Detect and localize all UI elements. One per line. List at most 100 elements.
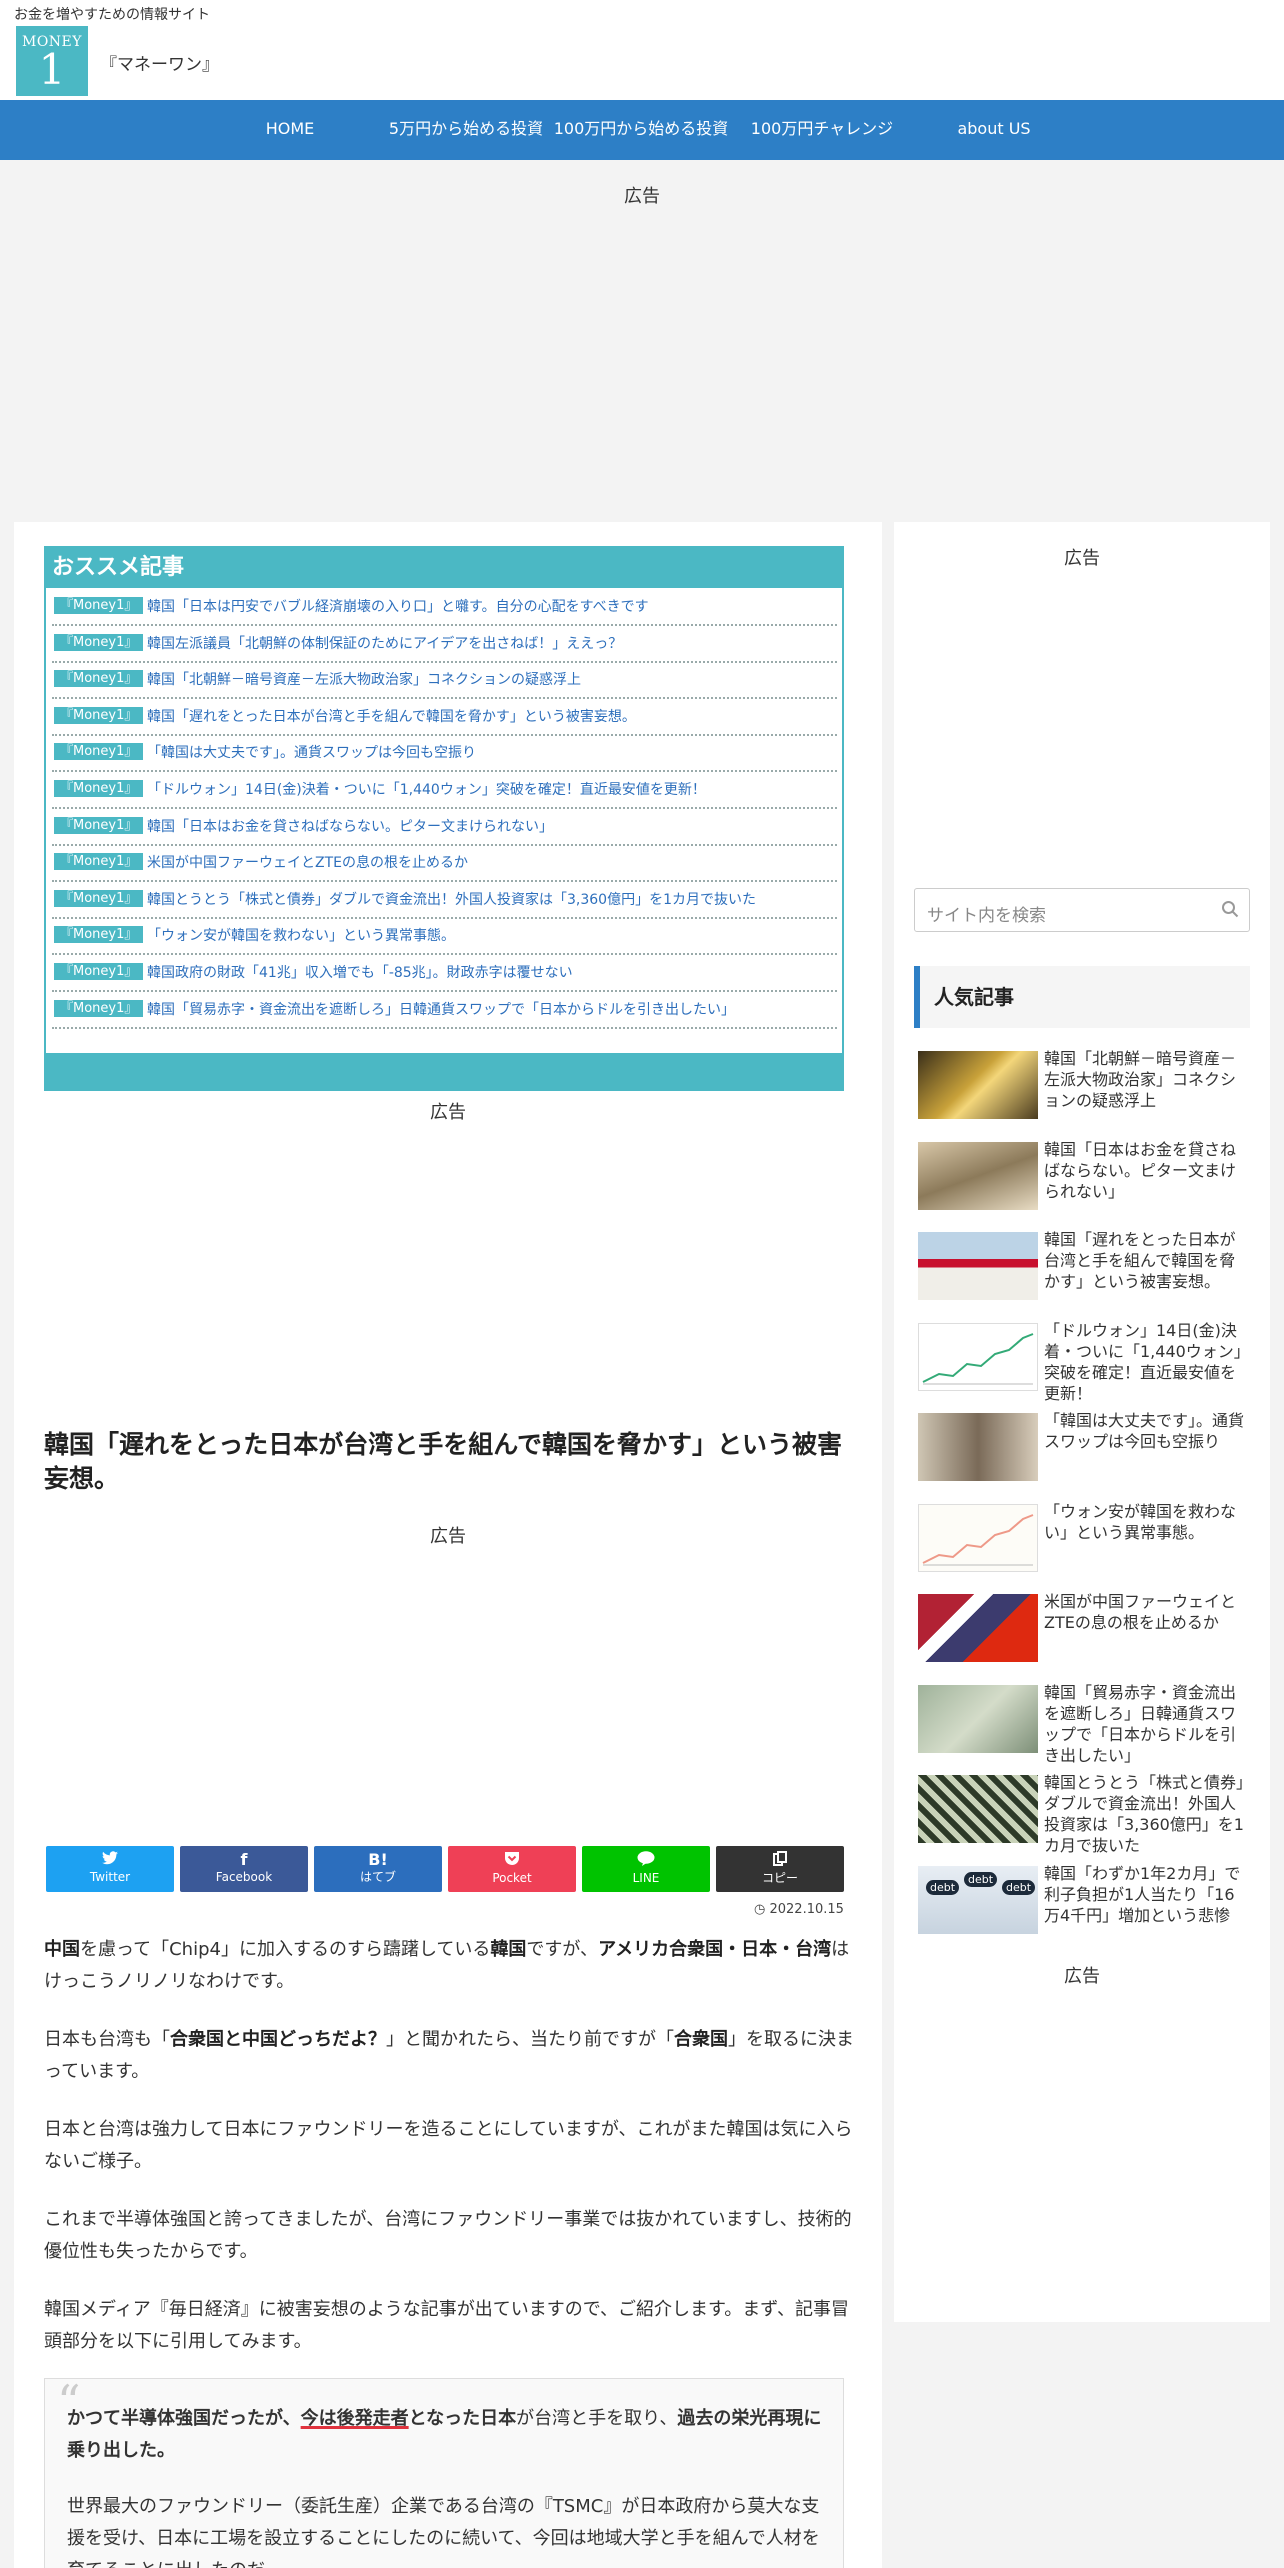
recommended-link[interactable]: 韓国「北朝鮮－暗号資産－左派大物政治家」コネクションの疑惑浮上	[147, 669, 581, 689]
popular-article-title[interactable]: 「ウォン安が韓国を救わない」という異常事態。	[1044, 1501, 1249, 1543]
recommended-link[interactable]: 「韓国は大丈夫です」。通貨スワップは今回も空振り	[147, 742, 476, 762]
popular-article-title[interactable]: 韓国「遅れをとった日本が台湾と手を組んで韓国を脅かす」という被害妄想。	[1044, 1229, 1249, 1292]
recommended-badge: 『Money1』	[54, 780, 144, 797]
recommended-link[interactable]: 韓国「日本はお金を貸さねばならない。ピター文まけられない」	[147, 816, 553, 836]
popular-article-title[interactable]: 米国が中国ファーウェイとZTEの息の根を止めるか	[1044, 1591, 1249, 1633]
p1-bold-china: 中国	[44, 1939, 80, 1960]
share-hatebu-button[interactable]: B! はてブ	[314, 1846, 442, 1892]
nav-item-home[interactable]: HOME	[240, 100, 340, 160]
share-facebook-button[interactable]: f Facebook	[180, 1846, 308, 1892]
popular-article-item[interactable]: 韓国「日本はお金を貸さねばならない。ピター文まけられない」	[918, 1139, 1252, 1219]
recommended-item[interactable]: 『Money1』 「ドルウォン」14日(金)決着・ついに「1,440ウォン」突破を…	[52, 773, 837, 809]
logo-number: 1	[38, 45, 66, 94]
popular-article-item[interactable]: 韓国「北朝鮮－暗号資産－左派大物政治家」コネクションの疑惑浮上	[918, 1048, 1252, 1128]
recommended-item[interactable]: 『Money1』 「韓国は大丈夫です」。通貨スワップは今回も空振り	[52, 736, 837, 773]
popular-article-title[interactable]: 韓国とうとう「株式と債券」ダブルで資金流出！外国人投資家は「3,360億円」を1…	[1044, 1772, 1249, 1856]
share-copy-button[interactable]: コピー	[716, 1846, 844, 1892]
nav-item-challenge[interactable]: 100万円チャレンジ	[742, 100, 902, 160]
recommended-badge: 『Money1』	[54, 816, 144, 834]
search-icon[interactable]	[1221, 900, 1239, 918]
nav-item-invest-1m[interactable]: 100万円から始める投資	[552, 100, 730, 160]
popular-article-thumbnail[interactable]	[918, 1594, 1038, 1662]
site-logo[interactable]: MONEY 1	[16, 26, 88, 96]
share-twitter-button[interactable]: Twitter	[46, 1846, 174, 1892]
quote-text-1: が台湾と手を取り、	[516, 2408, 678, 2429]
article-title: 韓国「遅れをとった日本が台湾と手を組んで韓国を脅かす」という被害妄想。	[44, 1430, 843, 1493]
recommended-item[interactable]: 『Money1』 韓国とうとう「株式と債券」ダブルで資金流出！外国人投資家は「3,…	[52, 883, 837, 919]
recommended-badge: 『Money1』	[54, 999, 144, 1017]
popular-article-title[interactable]: 「韓国は大丈夫です」。通貨スワップは今回も空振り	[1044, 1410, 1249, 1452]
recommended-item[interactable]: 『Money1』 韓国左派議員「北朝鮮の体制保証のためにアイデアを出さねば！」ええ…	[52, 627, 837, 663]
quote-underlined: 今は後発走者	[300, 2408, 409, 2429]
recommended-item[interactable]: 『Money1』 韓国「日本はお金を貸さねばならない。ピター文まけられない」	[52, 810, 837, 846]
post-date: ◷ 2022.10.15	[754, 1902, 844, 1917]
popular-article-item[interactable]: 韓国「遅れをとった日本が台湾と手を組んで韓国を脅かす」という被害妄想。	[918, 1229, 1252, 1309]
popular-article-thumbnail[interactable]	[918, 1503, 1038, 1572]
popular-article-thumbnail[interactable]: debt debt debt	[918, 1865, 1038, 1934]
popular-article-item[interactable]: 「ウォン安が韓国を救わない」という異常事態。	[918, 1501, 1252, 1581]
recommended-item[interactable]: 『Money1』 韓国「遅れをとった日本が台湾と手を組んで韓国を脅かす」という被害…	[52, 700, 837, 736]
popular-article-title[interactable]: 韓国「北朝鮮－暗号資産－左派大物政治家」コネクションの疑惑浮上	[1044, 1048, 1249, 1111]
popular-article-thumbnail[interactable]	[918, 1684, 1038, 1753]
popular-article-thumbnail[interactable]	[918, 1322, 1038, 1391]
nav-item-about[interactable]: about US	[944, 100, 1044, 160]
recommended-footer	[46, 1053, 842, 1089]
popular-article-item[interactable]: 「ドルウォン」14日(金)決着・ついに「1,440ウォン」突破を確定！直近最安値…	[918, 1320, 1252, 1403]
popular-article-thumbnail[interactable]	[918, 1775, 1038, 1843]
recommended-link[interactable]: 韓国とうとう「株式と債券」ダブルで資金流出！外国人投資家は「3,360億円」を1…	[147, 889, 756, 909]
quote-bold-2: となった日本	[408, 2408, 517, 2429]
search-input[interactable]: サイト内を検索	[914, 888, 1250, 932]
recommended-link[interactable]: 「ドルウォン」14日(金)決着・ついに「1,440ウォン」突破を確定！直近最安値…	[147, 779, 706, 799]
post-date-value: 2022.10.15	[769, 1902, 844, 1917]
popular-article-thumbnail[interactable]	[918, 1232, 1038, 1300]
popular-article-item[interactable]: 「韓国は大丈夫です」。通貨スワップは今回も空振り	[918, 1410, 1252, 1490]
recommended-item[interactable]: 『Money1』 韓国「日本は円安でバブル経済崩壊の入り口」と囃す。自分の心配をす…	[52, 590, 837, 626]
nav-item-invest-50k[interactable]: 5万円から始める投資	[386, 100, 546, 160]
p2-text-2: 」と聞かれたら、当たり前ですが「	[386, 2029, 674, 2050]
recommended-badge: 『Money1』	[54, 926, 144, 944]
recommended-badge: 『Money1』	[54, 670, 144, 688]
share-line-button[interactable]: LINE	[582, 1846, 710, 1892]
line-icon	[582, 1846, 710, 1870]
site-name[interactable]: 『マネーワン』	[100, 50, 219, 75]
popular-article-item[interactable]: 米国が中国ファーウェイとZTEの息の根を止めるか	[918, 1591, 1252, 1671]
quote-bold-1: かつて半導体強国だったが、	[67, 2408, 301, 2429]
popular-article-item[interactable]: 韓国とうとう「株式と債券」ダブルで資金流出！外国人投資家は「3,360億円」を1…	[918, 1772, 1252, 1855]
recommended-link[interactable]: 韓国「貿易赤字・資金流出を遮断しろ」日韓通貨スワップで「日本からドルを引き出した…	[147, 999, 735, 1019]
popular-article-title[interactable]: 韓国「日本はお金を貸さねばならない。ピター文まけられない」	[1044, 1139, 1249, 1202]
popular-article-item[interactable]: 韓国「貿易赤字・資金流出を遮断しろ」日韓通貨スワップで「日本からドルを引き出した…	[918, 1682, 1252, 1765]
popular-article-thumbnail[interactable]	[918, 1051, 1038, 1119]
article-paragraph-4: これまで半導体強国と誇ってきましたが、台湾にファウンドリー事業では抜かれています…	[44, 2209, 852, 2262]
recommended-link[interactable]: 韓国左派議員「北朝鮮の体制保証のためにアイデアを出さねば！」ええっ？	[147, 633, 622, 653]
share-buttons: Twitter f Facebook B! はてブ Pocket LINE コピ…	[46, 1846, 846, 1892]
recommended-link[interactable]: 韓国政府の財政「41兆」収入増でも「-85兆」。財政赤字は覆せない	[147, 962, 573, 982]
recommended-item[interactable]: 『Money1』 韓国「貿易赤字・資金流出を遮断しろ」日韓通貨スワップで「日本から…	[52, 993, 837, 1029]
popular-article-title[interactable]: 韓国「貿易赤字・資金流出を遮断しろ」日韓通貨スワップで「日本からドルを引き出した…	[1044, 1682, 1249, 1766]
recommended-link[interactable]: 韓国「日本は円安でバブル経済崩壊の入り口」と囃す。自分の心配をすべきです	[147, 596, 649, 616]
ad-label-main-2: 広告	[430, 1526, 466, 1547]
thumbnail-debt-label: debt	[926, 1879, 960, 1895]
recommended-link[interactable]: 「ウォン安が韓国を救わない」という異常事態。	[147, 925, 455, 945]
facebook-icon: f	[240, 1850, 248, 1869]
popular-article-thumbnail[interactable]	[918, 1141, 1038, 1210]
hatebu-icon: B!	[368, 1850, 388, 1869]
recommended-link[interactable]: 韓国「遅れをとった日本が台湾と手を組んで韓国を脅かす」という被害妄想。	[147, 706, 636, 726]
popular-article-title[interactable]: 韓国「わずか1年2カ月」で利子負担が1人当たり「16万4千円」増加という悲惨	[1044, 1863, 1249, 1926]
p2-bold-usa: 合衆国	[674, 2029, 728, 2050]
site-tagline: お金を増やすための情報サイト	[14, 7, 210, 23]
popular-article-title[interactable]: 「ドルウォン」14日(金)決着・ついに「1,440ウォン」突破を確定！直近最安値…	[1044, 1320, 1249, 1404]
recommended-item[interactable]: 『Money1』 「ウォン安が韓国を救わない」という異常事態。	[52, 919, 837, 956]
share-pocket-button[interactable]: Pocket	[448, 1846, 576, 1892]
popular-article-thumbnail[interactable]	[918, 1413, 1038, 1481]
recommended-item[interactable]: 『Money1』 韓国「北朝鮮－暗号資産－左派大物政治家」コネクションの疑惑浮上	[52, 663, 837, 700]
p1-bold-countries: アメリカ合衆国・日本・台湾	[598, 1939, 832, 1960]
recommended-item[interactable]: 『Money1』 韓国政府の財政「41兆」収入増でも「-85兆」。財政赤字は覆せな…	[52, 956, 837, 992]
recommended-link[interactable]: 米国が中国ファーウェイとZTEの息の根を止めるか	[147, 852, 468, 872]
recommended-item[interactable]: 『Money1』 米国が中国ファーウェイとZTEの息の根を止めるか	[52, 846, 837, 883]
twitter-icon	[46, 1846, 174, 1869]
popular-article-item[interactable]: debt debt debt 韓国「わずか1年2カ月」で利子負担が1人当たり「16万4…	[918, 1863, 1252, 1943]
recommended-badge: 『Money1』	[54, 743, 144, 761]
quote-paragraph-1: かつて半導体強国だったが、今は後発走者となった日本が台湾と手を取り、過去の栄光再…	[67, 2403, 827, 2467]
recommended-badge: 『Money1』	[54, 853, 144, 871]
ad-label-top: 広告	[624, 186, 660, 207]
